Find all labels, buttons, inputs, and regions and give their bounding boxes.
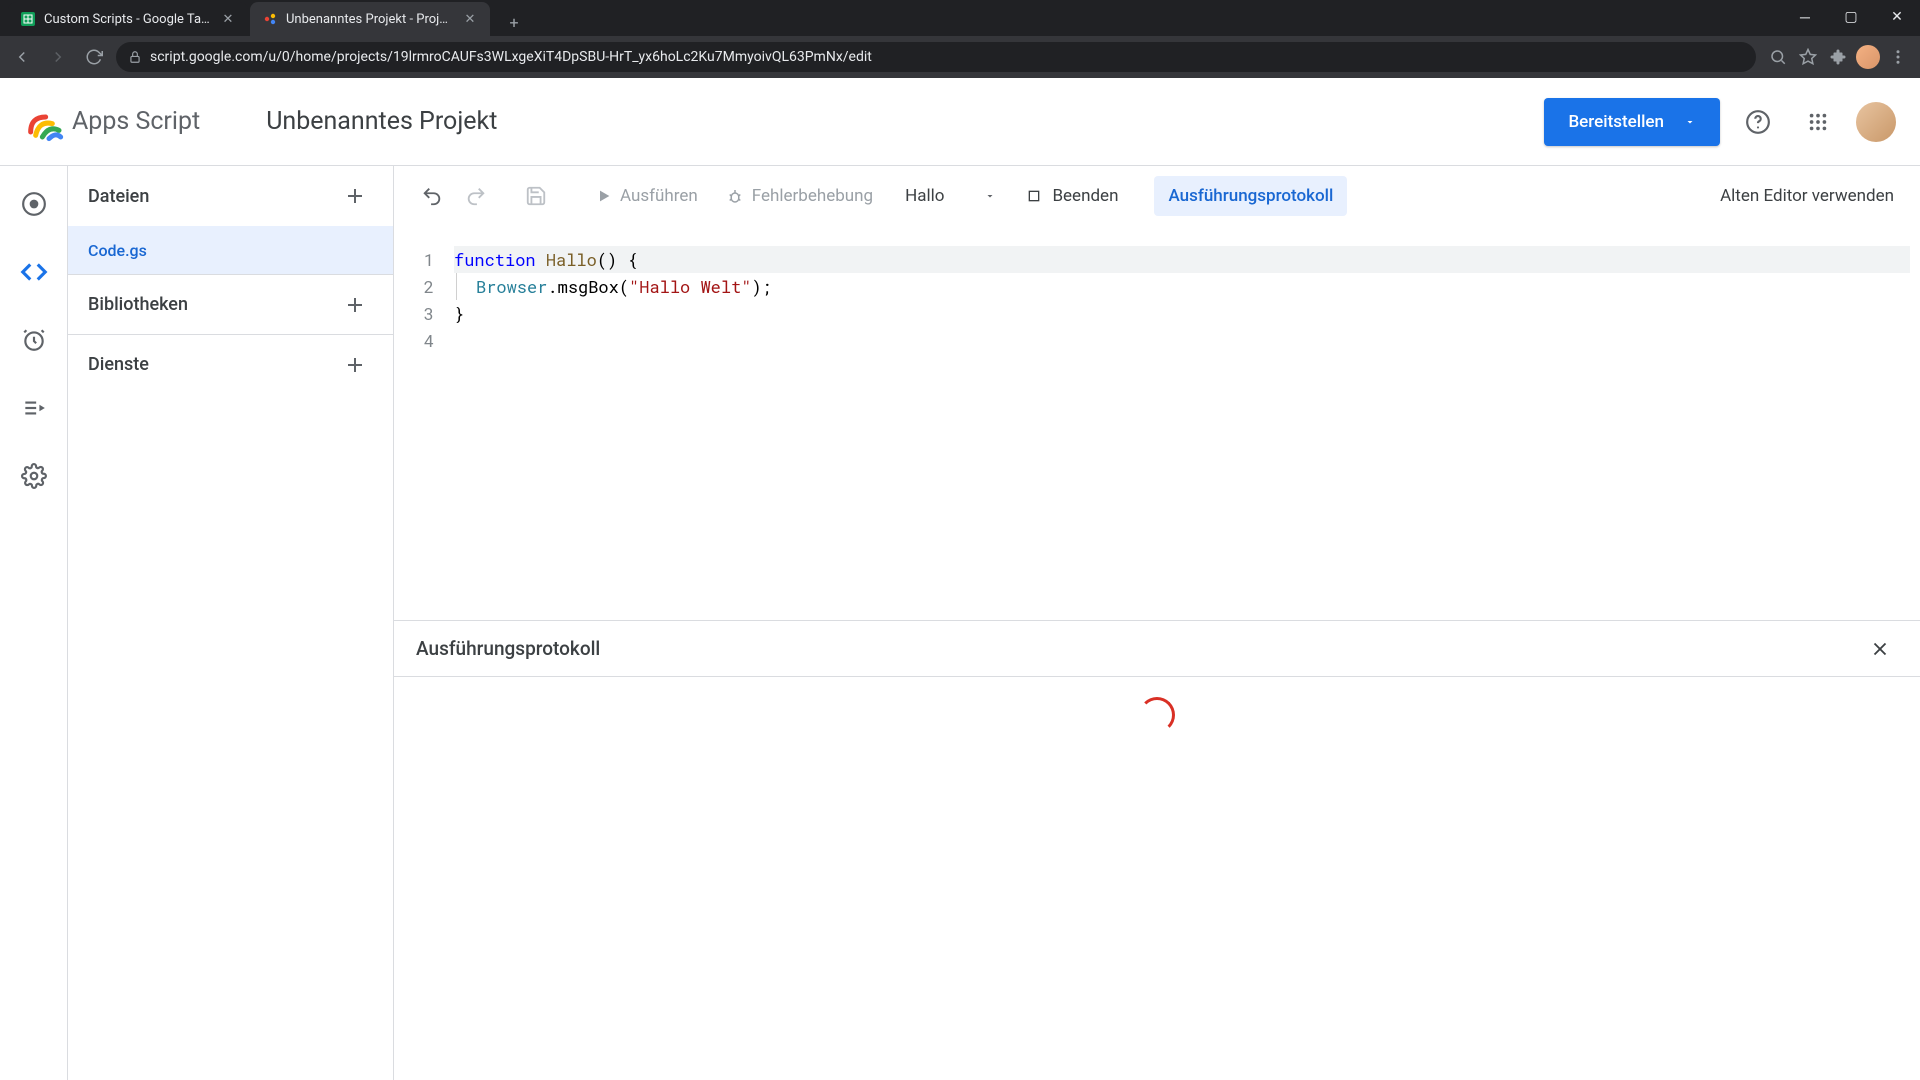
deploy-label: Bereitstellen [1568,112,1664,132]
settings-nav-icon[interactable] [14,456,54,496]
run-button[interactable]: Ausführen [584,176,710,216]
editor-column: Ausführen Fehlerbehebung Hallo Beenden [394,166,1920,1080]
zoom-icon[interactable] [1764,43,1792,71]
address-bar-row: script.google.com/u/0/home/projects/19lr… [0,36,1920,78]
lock-icon [128,50,142,64]
libraries-label: Bibliotheken [88,294,188,315]
file-panel: Dateien Code.gs Bibliotheken Dienste [68,166,394,1080]
reload-button[interactable] [80,43,108,71]
close-icon[interactable]: ✕ [220,11,236,27]
log-label: Ausführungsprotokoll [1168,186,1333,206]
stop-label: Beenden [1052,186,1118,206]
debug-button[interactable]: Fehlerbehebung [714,176,885,216]
services-section-header: Dienste [68,334,393,394]
files-label: Dateien [88,186,149,207]
window-minimize-button[interactable]: ─ [1782,0,1828,34]
code-editor[interactable]: 1234 function Hallo() {Browser.msgBox("H… [394,226,1920,620]
back-button[interactable] [8,43,36,71]
tab-title: Unbenanntes Projekt - Projekt-E [286,12,454,27]
browser-chrome: ─ ▢ ✕ Custom Scripts - Google Tabellen ✕… [0,0,1920,78]
triggers-nav-icon[interactable] [14,320,54,360]
window-close-button[interactable]: ✕ [1874,0,1920,34]
chevron-down-icon [984,190,996,202]
loading-spinner-icon [1139,697,1175,733]
legacy-editor-link[interactable]: Alten Editor verwenden [1712,186,1902,206]
app-body: Dateien Code.gs Bibliotheken Dienste [0,166,1920,1080]
debug-label: Fehlerbehebung [752,186,873,206]
new-tab-button[interactable]: + [500,8,528,36]
save-button[interactable] [516,176,556,216]
forward-button[interactable] [44,43,72,71]
editor-toolbar: Ausführen Fehlerbehebung Hallo Beenden [394,166,1920,226]
browser-tab[interactable]: Unbenanntes Projekt - Projekt-E ✕ [250,2,490,36]
executions-nav-icon[interactable] [14,388,54,428]
undo-button[interactable] [412,176,452,216]
files-section-header: Dateien [68,166,393,226]
services-label: Dienste [88,354,149,375]
run-label: Ausführen [620,186,698,206]
file-name: Code.gs [88,241,147,260]
app-header: Apps Script Unbenanntes Projekt Bereitst… [0,78,1920,166]
function-name: Hallo [905,186,944,206]
apps-menu-button[interactable] [1796,100,1840,144]
log-panel-title: Ausführungsprotokoll [416,637,600,660]
nav-rail [0,166,68,1080]
add-library-button[interactable] [337,287,373,323]
extensions-icon[interactable] [1824,43,1852,71]
execution-log-button[interactable]: Ausführungsprotokoll [1154,176,1347,216]
sheets-favicon-icon [20,11,36,27]
address-bar[interactable]: script.google.com/u/0/home/projects/19lr… [116,42,1756,72]
code-content[interactable]: function Hallo() {Browser.msgBox("Hallo … [444,226,1920,620]
deploy-button[interactable]: Bereitstellen [1544,98,1720,146]
apps-script-app: Apps Script Unbenanntes Projekt Bereitst… [0,78,1920,1080]
chevron-down-icon [1684,116,1696,128]
browser-menu-icon[interactable] [1884,43,1912,71]
project-title[interactable]: Unbenanntes Projekt [266,107,497,136]
redo-button[interactable] [456,176,496,216]
window-controls: ─ ▢ ✕ [1782,0,1920,34]
file-item[interactable]: Code.gs [68,226,393,274]
apps-script-logo-icon [24,102,64,142]
bookmark-icon[interactable] [1794,43,1822,71]
window-maximize-button[interactable]: ▢ [1828,0,1874,34]
product-logo[interactable]: Apps Script [24,102,200,142]
log-panel-body [394,677,1920,1080]
close-log-button[interactable] [1862,631,1898,667]
profile-avatar[interactable] [1854,43,1882,71]
tab-strip: Custom Scripts - Google Tabellen ✕ Unben… [0,0,1920,36]
account-avatar[interactable] [1856,102,1896,142]
log-panel-header: Ausführungsprotokoll [394,621,1920,677]
tab-title: Custom Scripts - Google Tabellen [44,12,212,27]
overview-nav-icon[interactable] [14,184,54,224]
line-number-gutter: 1234 [394,226,444,620]
stop-button[interactable]: Beenden [1016,186,1128,206]
browser-tab[interactable]: Custom Scripts - Google Tabellen ✕ [8,2,248,36]
product-name: Apps Script [72,107,200,136]
add-service-button[interactable] [337,347,373,383]
apps-script-favicon-icon [262,11,278,27]
close-icon[interactable]: ✕ [462,11,478,27]
add-file-button[interactable] [337,178,373,214]
execution-log-panel: Ausführungsprotokoll [394,620,1920,1080]
url-text: script.google.com/u/0/home/projects/19lr… [150,49,872,65]
help-button[interactable] [1736,100,1780,144]
function-selector[interactable]: Hallo [889,176,1012,216]
editor-nav-icon[interactable] [14,252,54,292]
libraries-section-header: Bibliotheken [68,274,393,334]
